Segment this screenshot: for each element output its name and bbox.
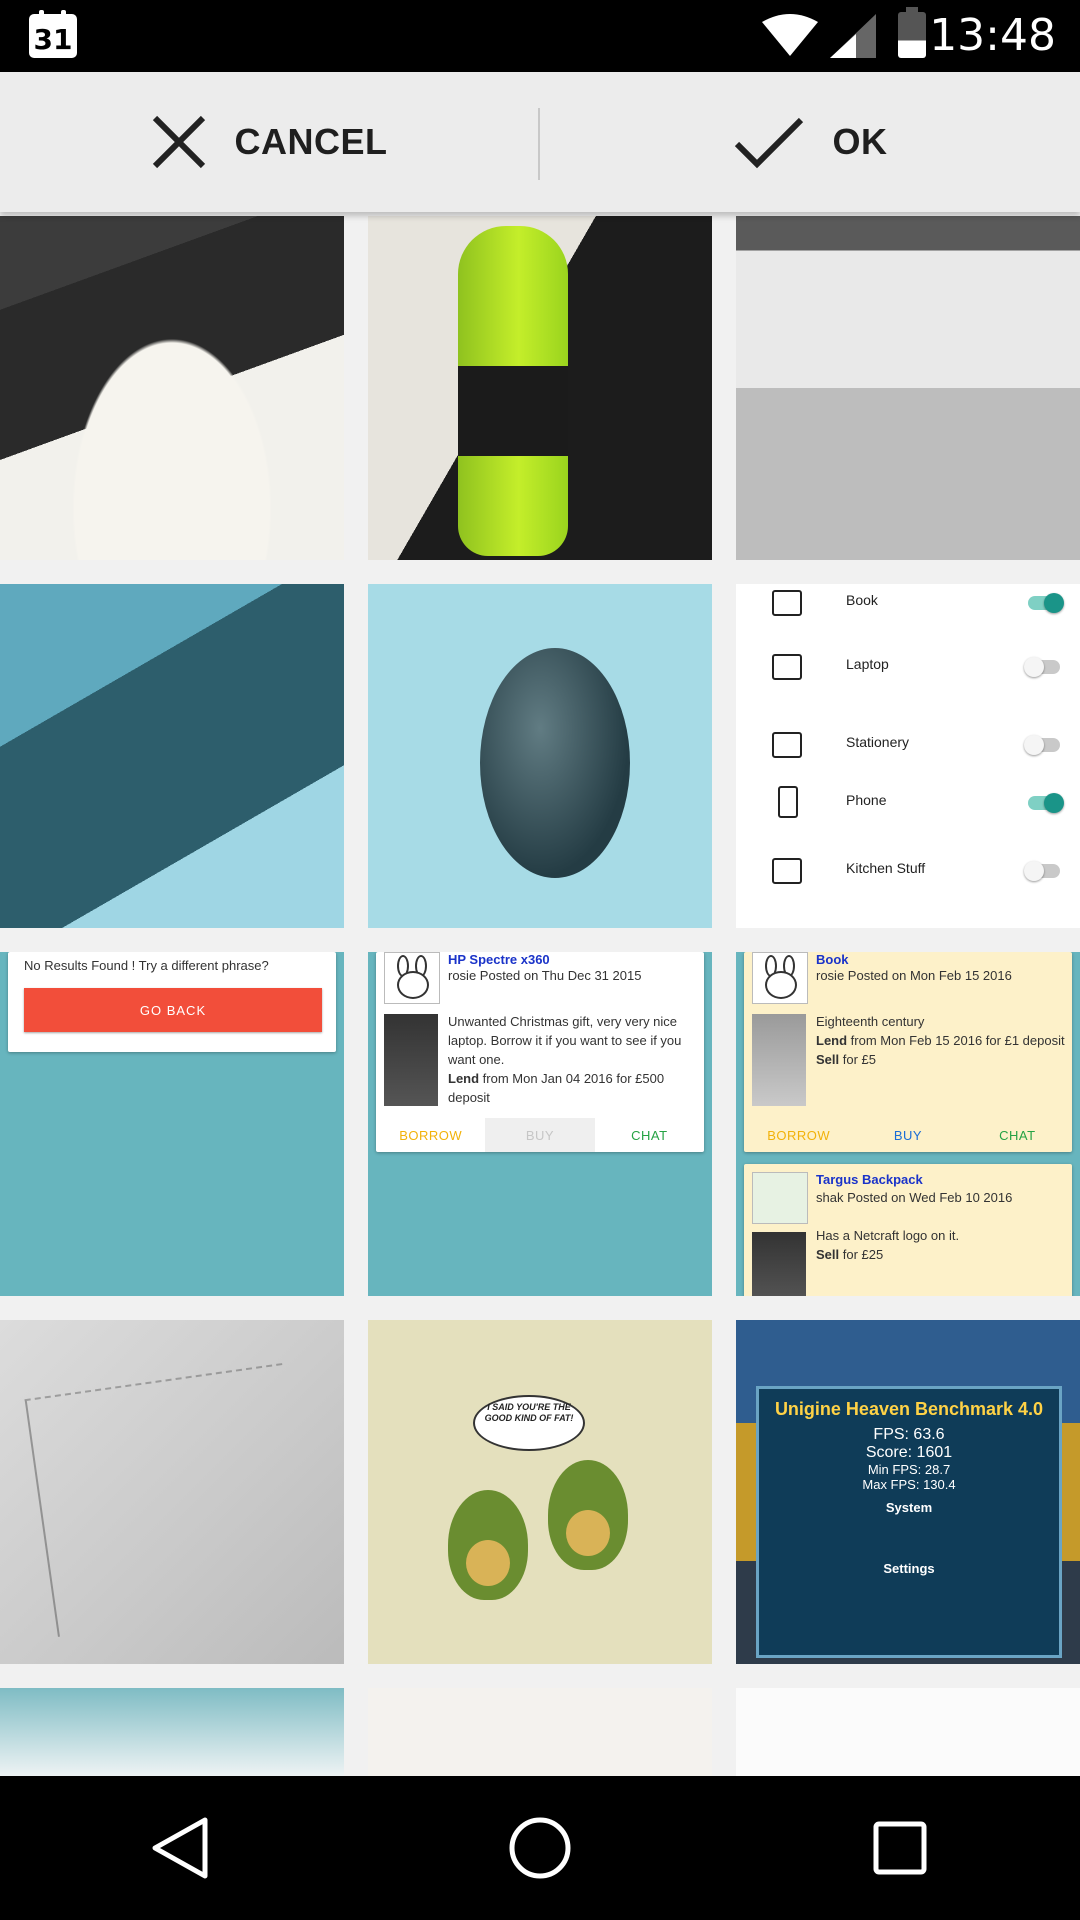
listing-title: Book: [816, 952, 849, 967]
image-math-notes[interactable]: [0, 1688, 344, 1776]
setting-row: Phone: [736, 784, 1080, 824]
listing-title: HP Spectre x360: [448, 952, 550, 967]
buy-label: BUY: [485, 1118, 595, 1152]
action-bar: CANCEL OK: [0, 72, 1080, 212]
image-listing-book[interactable]: Book rosie Posted on Mon Feb 15 2016 Eig…: [736, 952, 1080, 1296]
listing-card: Targus Backpack shak Posted on Wed Feb 1…: [744, 1164, 1072, 1296]
listing-posted: rosie Posted on Thu Dec 31 2015: [448, 968, 642, 983]
cell-signal-icon: [830, 14, 876, 58]
buy-label: BUY: [893, 1127, 923, 1143]
battery-icon: [898, 7, 926, 58]
image-comic-strip[interactable]: [736, 1688, 1080, 1776]
bottle-shape: [458, 226, 568, 556]
listing-actions: BORROW BUY CHAT: [744, 1118, 1072, 1152]
image-keyboard-notebook[interactable]: [0, 216, 344, 560]
wifi-icon: [762, 14, 818, 56]
listing-card: HP Spectre x360 rosie Posted on Thu Dec …: [376, 952, 704, 1152]
image-whiteboard[interactable]: [0, 1320, 344, 1664]
listing-thumbnail: [752, 1014, 806, 1106]
listing-description: Eighteenth century Lend from Mon Feb 15 …: [816, 1014, 1065, 1067]
recents-button[interactable]: [720, 1776, 1080, 1920]
no-results-text: No Results Found ! Try a different phras…: [24, 958, 269, 973]
image-benchmark[interactable]: Unigine Heaven Benchmark 4.0 FPS: 63.6 S…: [736, 1320, 1080, 1664]
listing-description: Unwanted Christmas gift, very very nice …: [448, 1014, 682, 1105]
check-icon: [734, 117, 803, 169]
book-icon: [772, 590, 802, 616]
avocado-caption: I SAID YOU'RE THE GOOD KIND OF FAT!: [484, 1402, 574, 1423]
image-laptop-blue[interactable]: [0, 584, 344, 928]
listing-actions: BORROW BUY CHAT: [376, 1118, 704, 1152]
avocado-shape: [548, 1460, 628, 1570]
setting-row: Kitchen Stuff: [736, 852, 1080, 892]
status-bar: 31 13:48: [0, 0, 1080, 72]
phone-icon: [778, 786, 798, 818]
go-back-button-image: GO BACK: [24, 988, 322, 1032]
recents-square-icon: [873, 1821, 927, 1875]
image-laptop-desk[interactable]: [736, 216, 1080, 560]
cancel-button[interactable]: CANCEL: [0, 72, 538, 212]
rabbit-avatar: [752, 952, 808, 1004]
home-button[interactable]: [360, 1776, 720, 1920]
toggle-switch: [1024, 657, 1060, 677]
chat-label: CHAT: [999, 1127, 1036, 1143]
navigation-bar: [0, 1776, 1080, 1920]
image-listing-spectre[interactable]: HP Spectre x360 rosie Posted on Thu Dec …: [368, 952, 712, 1296]
borrow-label: BORROW: [767, 1127, 831, 1143]
ok-button[interactable]: OK: [540, 72, 1080, 212]
cancel-label: CANCEL: [234, 121, 388, 162]
image-no-results-screen[interactable]: No Results Found ! Try a different phras…: [0, 952, 344, 1296]
listing-thumbnail: [752, 1232, 806, 1296]
toggle-switch: [1028, 593, 1064, 613]
back-button[interactable]: [0, 1776, 360, 1920]
image-computer-mouse[interactable]: [368, 584, 712, 928]
dragon-avatar: [752, 1172, 808, 1224]
calendar-icon: 31: [29, 10, 77, 58]
image-grid: Book Laptop Stationery Phone Kitchen Stu…: [0, 212, 1080, 1776]
listing-posted: rosie Posted on Mon Feb 15 2016: [816, 968, 1012, 983]
listing-card: Book rosie Posted on Mon Feb 15 2016 Eig…: [744, 952, 1072, 1152]
setting-label: Phone: [846, 792, 887, 808]
setting-label: Laptop: [846, 656, 889, 672]
listing-description: Has a Netcraft logo on it. Sell for £25: [816, 1228, 960, 1262]
whiteboard-scribble: [24, 1363, 316, 1637]
setting-label: Kitchen Stuff: [846, 860, 926, 876]
no-results-card: No Results Found ! Try a different phras…: [8, 952, 336, 1052]
stationery-icon: [772, 732, 802, 758]
chat-label: CHAT: [631, 1127, 668, 1143]
ok-label: OK: [832, 121, 888, 162]
kitchen-icon: [772, 858, 802, 884]
toggle-switch: [1024, 861, 1060, 881]
laptop-icon: [772, 654, 802, 680]
setting-row: Laptop: [736, 648, 1080, 688]
clock: 13:48: [929, 10, 1056, 61]
avocado-shape: [448, 1490, 528, 1600]
close-icon: [152, 115, 205, 169]
listing-title: Targus Backpack: [816, 1172, 923, 1187]
image-soda-bottle[interactable]: [368, 216, 712, 560]
setting-row: Stationery: [736, 726, 1080, 766]
borrow-label: BORROW: [399, 1127, 463, 1143]
home-circle-icon: [509, 1817, 571, 1879]
setting-label: Book: [846, 592, 878, 608]
rabbit-avatar: [384, 952, 440, 1004]
setting-row: Book: [736, 584, 1080, 624]
toggle-switch: [1024, 735, 1060, 755]
benchmark-panel: Unigine Heaven Benchmark 4.0 FPS: 63.6 S…: [756, 1386, 1062, 1658]
setting-label: Stationery: [846, 734, 910, 750]
image-avocado-comic[interactable]: I SAID YOU'RE THE GOOD KIND OF FAT!: [368, 1320, 712, 1664]
image-category-settings[interactable]: Book Laptop Stationery Phone Kitchen Stu…: [736, 584, 1080, 928]
toggle-switch: [1028, 793, 1064, 813]
listing-posted: shak Posted on Wed Feb 10 2016: [816, 1190, 1013, 1205]
mouse-shape: [480, 648, 630, 878]
listing-thumbnail: [384, 1014, 438, 1106]
image-cat-sketch[interactable]: [368, 1688, 712, 1776]
back-triangle-icon: [152, 1817, 208, 1879]
